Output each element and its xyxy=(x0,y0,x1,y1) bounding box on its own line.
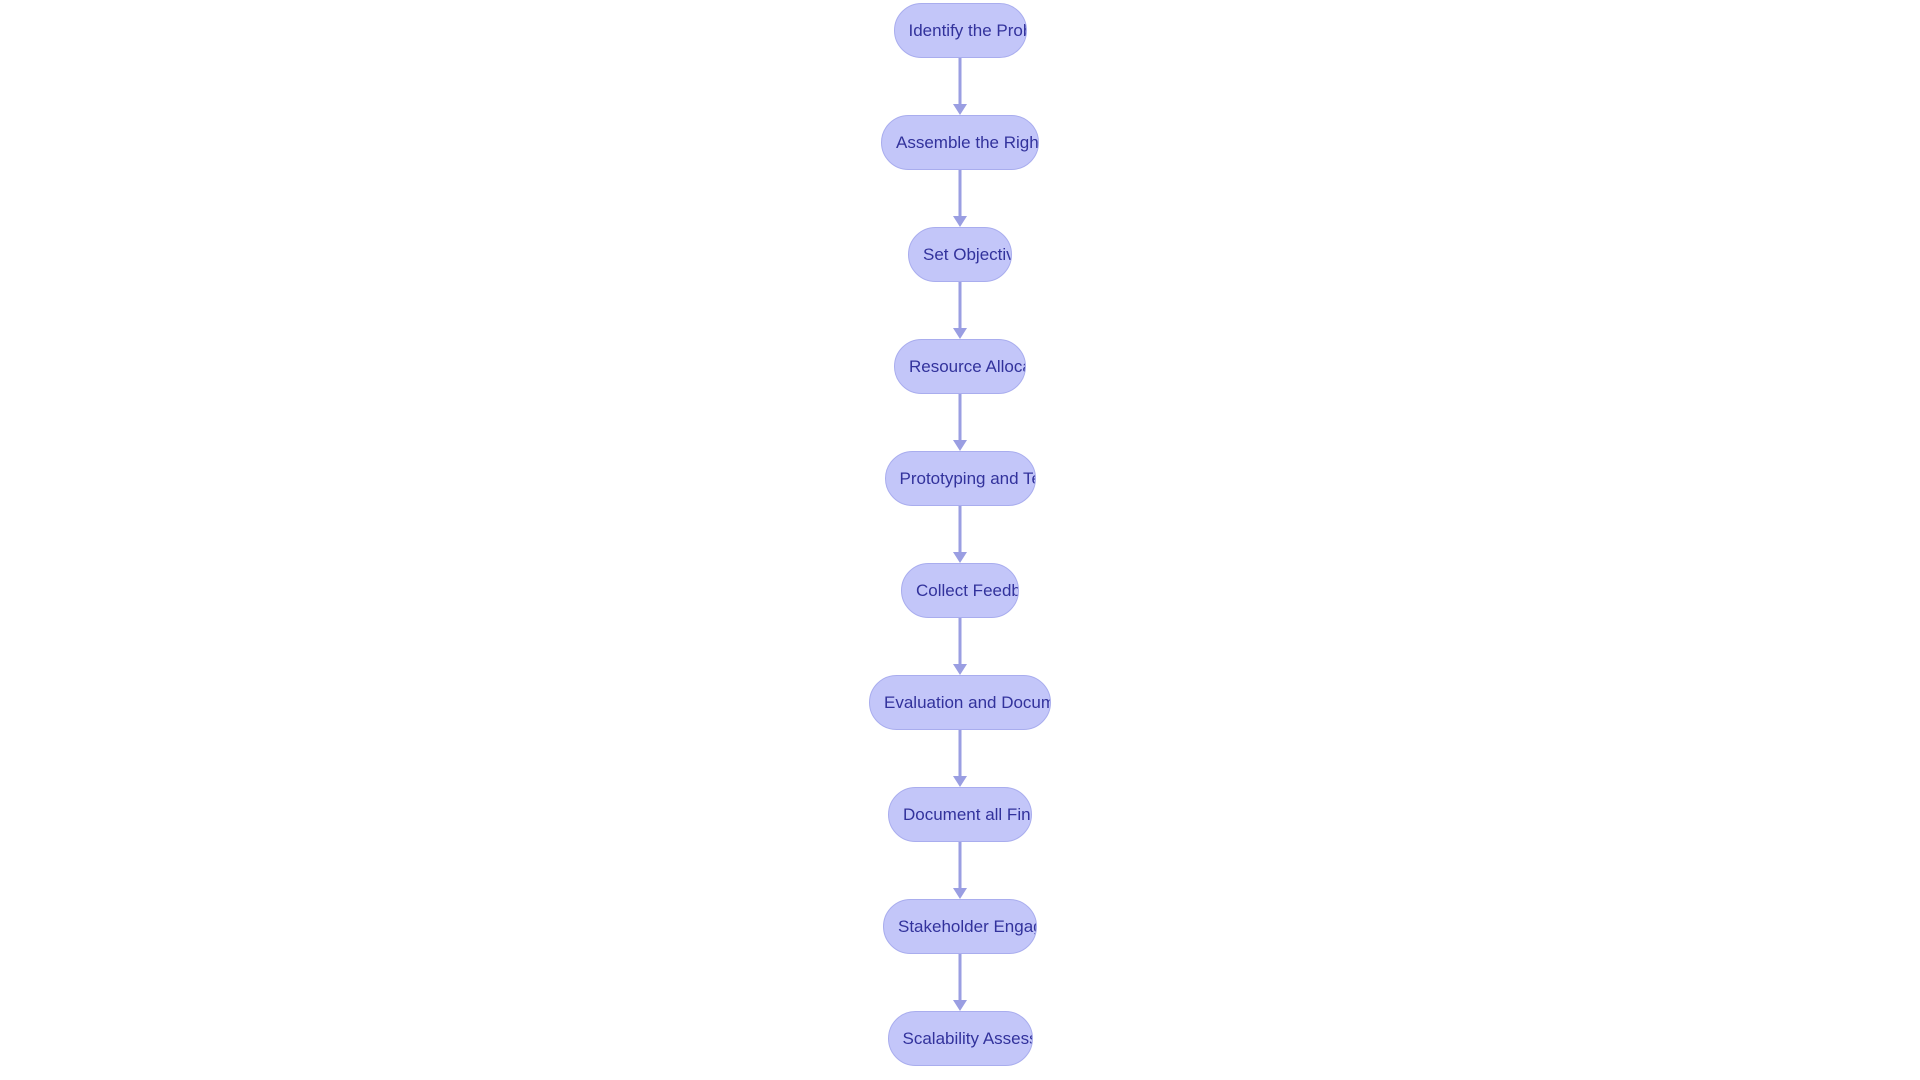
flowchart-node-n1: Identify the Proble xyxy=(893,3,1027,58)
arrow-line xyxy=(958,58,962,105)
arrow-line xyxy=(958,394,962,441)
arrow-head-icon xyxy=(953,664,967,675)
flowchart-node-shape[interactable]: Document all Finding xyxy=(888,787,1032,842)
flowchart-node-chain: Identify the Proble Assemble the Right Te… xyxy=(0,0,1920,1066)
arrow-head-icon xyxy=(953,888,967,899)
arrow-line xyxy=(958,954,962,1001)
flowchart-node-n7: Evaluation and Documentat xyxy=(869,675,1051,730)
flowchart-node-shape[interactable]: Prototyping and Testi xyxy=(884,451,1036,506)
flowchart-arrow-n2-to-n3 xyxy=(953,170,967,227)
arrow-line xyxy=(958,842,962,889)
arrow-head-icon xyxy=(953,776,967,787)
flowchart-node-n10: Scalability Assessme xyxy=(887,1011,1033,1066)
arrow-head-icon xyxy=(953,1000,967,1011)
flowchart-node-n4: Resource Allocati xyxy=(894,339,1026,394)
arrow-line xyxy=(958,730,962,777)
arrow-head-icon xyxy=(953,104,967,115)
flowchart-node-n6: Collect Feedba xyxy=(901,563,1019,618)
flowchart-node-n9: Stakeholder Engagem xyxy=(883,899,1037,954)
flowchart-node-n8: Document all Finding xyxy=(888,787,1032,842)
arrow-line xyxy=(958,170,962,217)
flowchart-arrow-n8-to-n9 xyxy=(953,842,967,899)
arrow-line xyxy=(958,506,962,553)
flowchart-node-shape[interactable]: Identify the Proble xyxy=(893,3,1027,58)
flowchart-arrow-n6-to-n7 xyxy=(953,618,967,675)
flowchart-arrow-n7-to-n8 xyxy=(953,730,967,787)
flowchart-node-n5: Prototyping and Testi xyxy=(884,451,1036,506)
flowchart-arrow-n1-to-n2 xyxy=(953,58,967,115)
flowchart-node-shape[interactable]: Scalability Assessme xyxy=(887,1011,1033,1066)
flowchart-arrow-n4-to-n5 xyxy=(953,394,967,451)
flowchart-node-shape[interactable]: Stakeholder Engagem xyxy=(883,899,1037,954)
flowchart-node-n2: Assemble the Right Tea xyxy=(881,115,1039,170)
flowchart-node-shape[interactable]: Set Objectiv xyxy=(908,227,1012,282)
arrow-head-icon xyxy=(953,552,967,563)
arrow-line xyxy=(958,618,962,665)
arrow-head-icon xyxy=(953,216,967,227)
flowchart-arrow-n3-to-n4 xyxy=(953,282,967,339)
flowchart-arrow-n9-to-n10 xyxy=(953,954,967,1011)
flowchart-node-shape[interactable]: Resource Allocati xyxy=(894,339,1026,394)
flowchart-node-n3: Set Objectiv xyxy=(908,227,1012,282)
flowchart-node-shape[interactable]: Assemble the Right Tea xyxy=(881,115,1039,170)
flowchart-node-shape[interactable]: Evaluation and Documentat xyxy=(869,675,1051,730)
arrow-line xyxy=(958,282,962,329)
arrow-head-icon xyxy=(953,440,967,451)
flowchart-arrow-n5-to-n6 xyxy=(953,506,967,563)
flowchart-node-shape[interactable]: Collect Feedba xyxy=(901,563,1019,618)
arrow-head-icon xyxy=(953,328,967,339)
flowchart-canvas: Identify the Proble Assemble the Right Te… xyxy=(0,0,1920,1080)
